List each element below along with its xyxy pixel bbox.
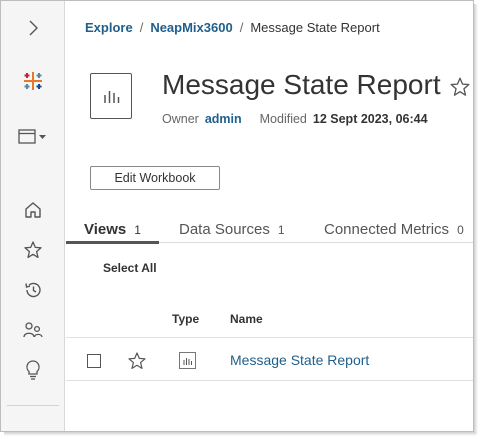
site-menu-icon[interactable] [1,127,65,147]
select-all-button[interactable]: Select All [103,261,157,275]
window-shadow-bottom [4,432,476,436]
expand-chevron-icon[interactable] [1,17,65,39]
row-favorite-star-icon[interactable] [127,351,147,376]
column-header-name[interactable]: Name [230,312,263,326]
column-header-type[interactable]: Type [172,312,199,326]
table-row[interactable]: Message State Report [66,341,473,381]
tableau-logo-icon[interactable] [1,69,65,93]
recommendations-icon[interactable] [1,359,65,381]
modified-label: Modified [259,112,307,126]
shared-with-me-icon[interactable] [1,319,65,341]
workbook-meta: Owner admin Modified 12 Sept 2023, 06:44 [162,112,428,126]
breadcrumb-separator: / [139,20,144,35]
sidebar [1,1,65,431]
breadcrumb-project[interactable]: NeapMix3600 [150,20,232,35]
view-name-link[interactable]: Message State Report [230,352,369,368]
breadcrumb: Explore / NeapMix3600 / Message State Report [85,20,380,35]
tab-data-sources[interactable]: Data Sources 1 [179,221,285,243]
owner-label: Owner [162,112,199,126]
modified-value: 12 Sept 2023, 06:44 [312,112,428,126]
breadcrumb-separator: / [239,20,244,35]
view-chart-icon [179,352,196,369]
tab-data-sources-count: 1 [277,223,285,237]
home-icon[interactable] [1,199,65,221]
edit-workbook-button[interactable]: Edit Workbook [90,166,220,190]
tab-views-label: Views [84,221,127,238]
window-shadow-right [474,4,478,434]
favorite-star-icon[interactable] [449,76,471,103]
tab-connected-metrics[interactable]: Connected Metrics 0 [324,221,464,243]
page-title: Message State Report [162,69,441,100]
tab-connected-metrics-label: Connected Metrics [324,221,450,238]
active-tab-indicator [66,241,159,244]
tab-data-sources-label: Data Sources [179,221,270,238]
header-divider [66,337,473,338]
app-window: Explore / NeapMix3600 / Message State Report… [0,0,474,432]
tab-bar: Views 1 Data Sources 1 Connected Metrics 0 [66,221,473,243]
recents-icon[interactable] [1,279,65,301]
main-content: Explore / NeapMix3600 / Message State Report… [66,1,473,431]
sidebar-divider [7,405,59,406]
tab-views[interactable]: Views 1 [84,221,141,243]
breadcrumb-current: Message State Report [250,20,380,35]
breadcrumb-explore[interactable]: Explore [85,20,133,35]
favorites-icon[interactable] [1,239,65,261]
workbook-icon [90,73,132,119]
owner-link[interactable]: admin [205,112,242,126]
tab-connected-metrics-count: 0 [457,223,464,237]
tab-views-count: 1 [134,223,141,237]
row-checkbox[interactable] [87,354,101,368]
